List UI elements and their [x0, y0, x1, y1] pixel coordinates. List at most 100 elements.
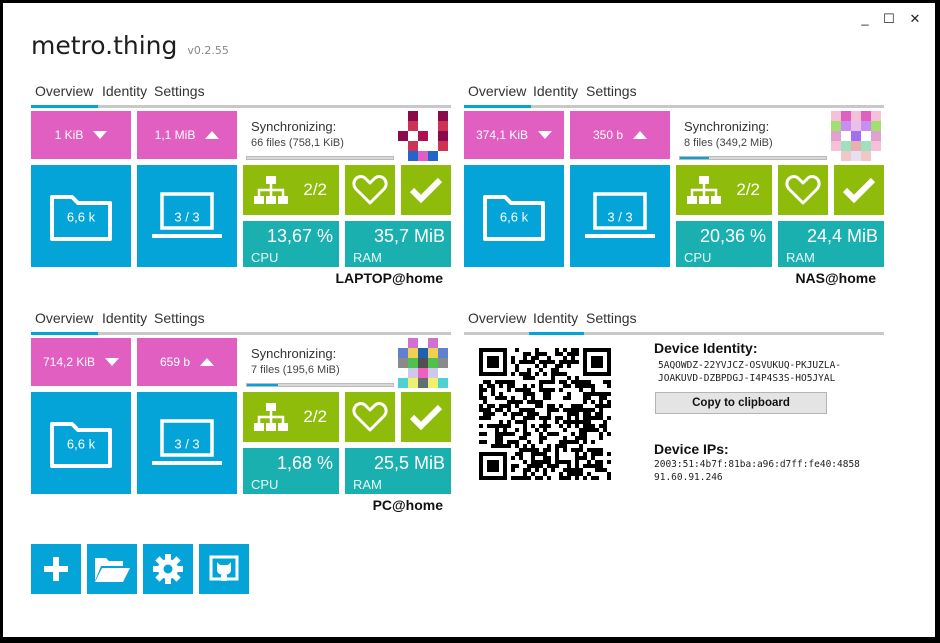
status-ok-tile[interactable] — [834, 165, 884, 215]
local-files-tile[interactable]: 6,6 k — [464, 165, 564, 267]
identicon-cell — [408, 141, 418, 151]
app-title: metro.thing v0.2.55 — [31, 31, 229, 60]
tab-identity[interactable]: Identity — [533, 310, 578, 326]
github-button[interactable] — [199, 544, 249, 594]
sync-status: Synchronizing: 66 files (758,1 KiB) — [251, 119, 344, 149]
identicon-cell — [398, 121, 408, 131]
local-files-tile[interactable]: 6,6 k — [31, 392, 131, 494]
identicon-cell — [428, 368, 438, 378]
device-id-text: 5AQOWDZ-22YVJCZ-OSVUKUQ-PKJUZLA- JOAKUVD-… — [658, 360, 842, 384]
identicon-cell — [408, 151, 418, 161]
ram-tile[interactable]: 25,5 MiB RAM — [345, 448, 451, 494]
settings-button[interactable] — [143, 544, 193, 594]
download-rate-tile[interactable]: 374,1 KiB — [464, 111, 564, 159]
open-folder-button[interactable] — [87, 544, 137, 594]
identicon-cell — [398, 151, 408, 161]
checkmark-icon — [409, 177, 443, 204]
add-device-button[interactable] — [31, 544, 81, 594]
identicon-cell — [438, 348, 448, 358]
upload-rate-tile[interactable]: 350 b — [570, 111, 670, 159]
tab-overview[interactable]: Overview — [468, 310, 526, 326]
identicon-cell — [418, 121, 428, 131]
identicon-cell — [418, 131, 428, 141]
device-id-qr-code — [479, 348, 611, 480]
device-hostname: NAS@home — [795, 270, 876, 286]
active-tab-indicator — [464, 105, 531, 108]
upload-rate-tile[interactable]: 659 b — [137, 338, 237, 386]
checkmark-icon — [409, 404, 443, 431]
identicon-cell — [851, 131, 861, 141]
tab-overview[interactable]: Overview — [35, 83, 93, 99]
tab-overview[interactable]: Overview — [468, 83, 526, 99]
identicon-cell — [861, 111, 871, 121]
tab-bar: Overview Identity Settings — [464, 77, 884, 108]
identicon-cell — [398, 378, 408, 388]
local-files-count: 6,6 k — [66, 209, 96, 225]
identicon-cell — [428, 358, 438, 368]
identicon-cell — [418, 338, 428, 348]
tab-overview[interactable]: Overview — [35, 310, 93, 326]
tab-identity[interactable]: Identity — [102, 310, 147, 326]
identicon-cell — [418, 378, 428, 388]
local-files-tile[interactable]: 6,6 k — [31, 165, 131, 267]
upload-rate-tile[interactable]: 1,1 MiB — [137, 111, 237, 159]
download-rate-tile[interactable]: 714,2 KiB — [31, 338, 131, 386]
download-rate-tile[interactable]: 1 KiB — [31, 111, 131, 159]
cpu-tile[interactable]: 13,67 % CPU — [243, 221, 339, 267]
tab-settings[interactable]: Settings — [586, 83, 637, 99]
identicon-cell — [408, 121, 418, 131]
identicon-cell — [428, 121, 438, 131]
status-ok-tile[interactable] — [401, 165, 451, 215]
device-hostname: LAPTOP@home — [335, 270, 443, 286]
device-identicon — [398, 338, 448, 388]
device-ips-heading: Device IPs: — [654, 441, 729, 457]
tab-settings[interactable]: Settings — [586, 310, 637, 326]
close-button[interactable]: ✕ — [905, 11, 925, 27]
network-icon — [254, 176, 288, 204]
tab-identity[interactable]: Identity — [533, 83, 578, 99]
heart-tile[interactable] — [778, 165, 828, 215]
identicon-cell — [841, 111, 851, 121]
identicon-cell — [408, 338, 418, 348]
cpu-tile[interactable]: 20,36 % CPU — [676, 221, 772, 267]
identicon-cell — [418, 111, 428, 121]
tab-settings[interactable]: Settings — [154, 310, 205, 326]
identicon-cell — [851, 121, 861, 131]
tab-identity[interactable]: Identity — [102, 83, 147, 99]
ram-tile[interactable]: 24,4 MiB RAM — [778, 221, 884, 267]
identicon-cell — [831, 121, 841, 131]
heart-tile[interactable] — [345, 392, 395, 442]
device-panel-laptop: Overview Identity Settings 1 KiB 1,1 MiB… — [31, 77, 451, 289]
peers-tile[interactable]: 2/2 — [243, 165, 339, 215]
minimize-button[interactable]: _ — [855, 11, 875, 26]
tab-settings[interactable]: Settings — [154, 83, 205, 99]
cpu-tile[interactable]: 1,68 % CPU — [243, 448, 339, 494]
heart-tile[interactable] — [345, 165, 395, 215]
connected-devices-tile[interactable]: 3 / 3 — [137, 165, 237, 267]
peers-tile[interactable]: 2/2 — [676, 165, 772, 215]
active-tab-indicator — [529, 332, 584, 335]
status-ok-tile[interactable] — [401, 392, 451, 442]
identicon-cell — [871, 131, 881, 141]
connected-devices-tile[interactable]: 3 / 3 — [570, 165, 670, 267]
identicon-cell — [418, 141, 428, 151]
network-icon — [254, 403, 288, 431]
identicon-cell — [831, 151, 841, 161]
gear-icon — [153, 554, 183, 584]
identicon-cell — [408, 378, 418, 388]
maximize-button[interactable]: ☐ — [879, 11, 899, 27]
copy-to-clipboard-button[interactable]: Copy to clipboard — [655, 392, 827, 414]
ram-tile[interactable]: 35,7 MiB RAM — [345, 221, 451, 267]
identicon-cell — [418, 368, 428, 378]
sync-status: Synchronizing: 8 files (349,2 MiB) — [684, 119, 773, 149]
identicon-cell — [398, 141, 408, 151]
app-window: metro.thing v0.2.55 _ ☐ ✕ Overview Ident… — [3, 3, 935, 637]
identicon-cell — [861, 141, 871, 151]
identicon-cell — [871, 151, 881, 161]
identicon-cell — [408, 368, 418, 378]
active-tab-indicator — [31, 332, 98, 335]
arrow-down-icon — [93, 131, 108, 139]
identicon-cell — [831, 111, 841, 121]
connected-devices-tile[interactable]: 3 / 3 — [137, 392, 237, 494]
peers-tile[interactable]: 2/2 — [243, 392, 339, 442]
